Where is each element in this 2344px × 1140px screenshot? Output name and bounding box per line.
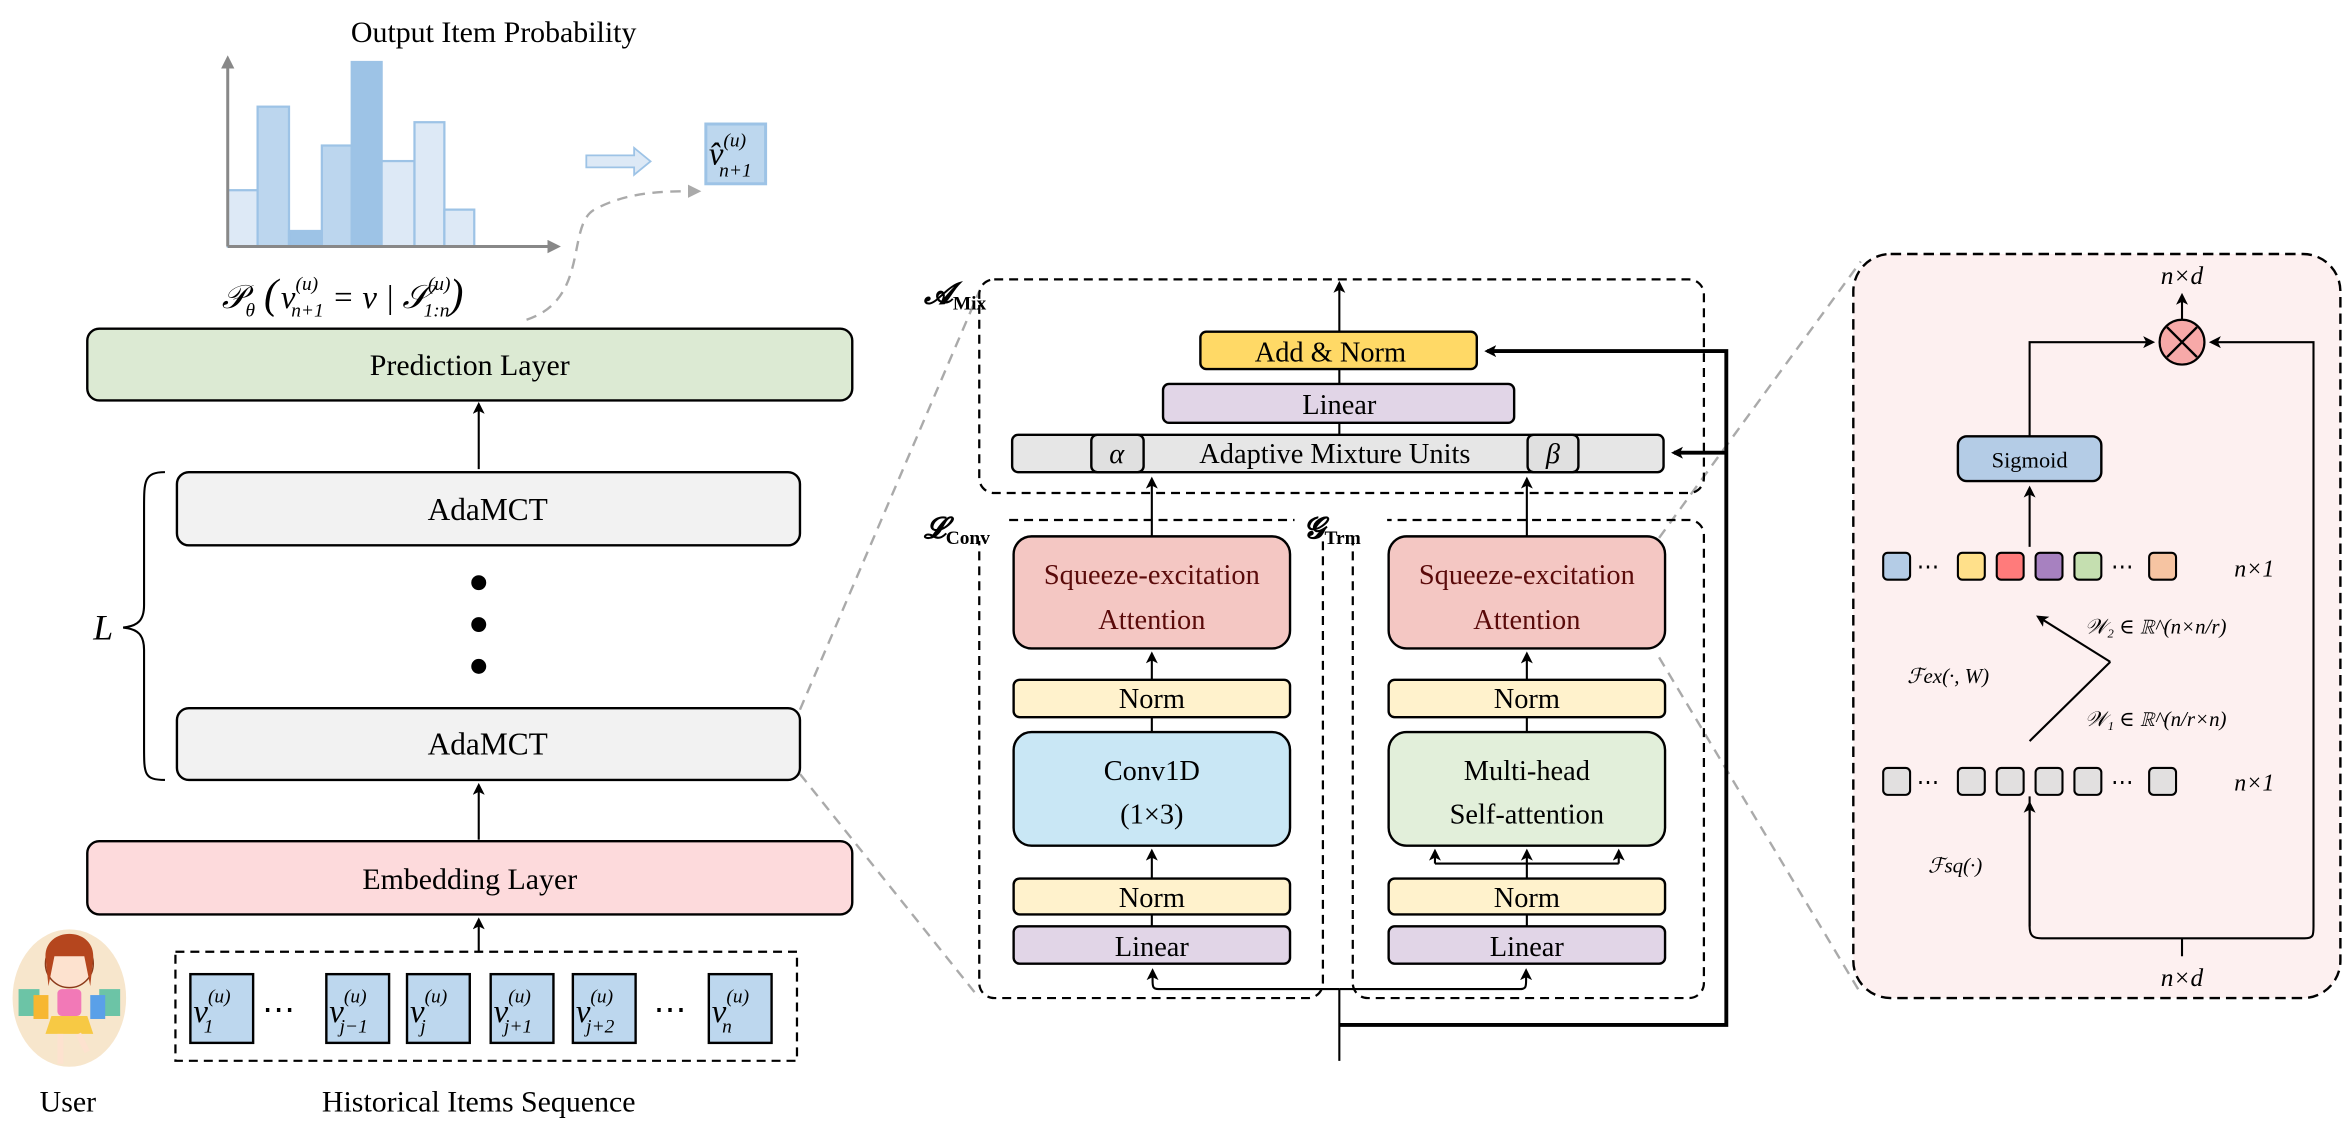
squeeze-function-label: ℱsq(·) [1928,854,1982,878]
squeeze-cell [1882,766,1912,796]
ellipsis: ⋯ [654,992,687,1028]
dots: ⋯ [2111,769,2133,794]
user-avatar [12,929,127,1067]
probability-formula: 𝒫θ(v(u) n+1 = v | 𝒮(u) 1:n) [222,272,464,322]
output-dim-label: n×d [2161,262,2204,290]
se-attention-label: Squeeze-excitation [1419,560,1635,591]
sequence-item: v(u) j [405,972,471,1045]
ellipsis: ⋯ [262,992,295,1028]
sequence-item: v(u) 1 [189,972,255,1045]
op-label: Multi-head [1464,756,1590,787]
squeeze-cell [2073,766,2103,796]
excitation-weight-cell [1956,551,1986,581]
adamct-label: AdaMCT [428,492,548,527]
norm-label: Norm [1494,883,1560,914]
excitation-weight-cell [2148,551,2178,581]
sequence-item: v(u) j+1 [489,972,555,1045]
user-label: User [40,1086,96,1119]
excitation-weight-cell [2034,551,2064,581]
excitation-weight-cell [2073,551,2103,581]
w1-label: 𝒲₁ ∈ ℝ^(n/r×n) [2085,707,2227,731]
se-attention-label: Attention [1098,605,1205,636]
excitation-function-label: ℱex(·, W) [1907,664,1989,688]
sigmoid-label: Sigmoid [1992,448,2068,473]
histogram-bar [287,229,323,248]
histogram-bar [380,159,416,248]
embedding-layer-label: Embedding Layer [362,863,577,896]
vertical-ellipsis [471,575,487,674]
prediction-layer-label: Prediction Layer [370,349,570,382]
dots: ⋯ [1917,769,1939,794]
sequence-label: Historical Items Sequence [322,1086,636,1119]
histogram-bar [226,189,259,248]
excitation-weight-cell [1882,551,1912,581]
excitation-weight-cell [1995,551,2025,581]
histogram-bar [443,208,476,248]
op-label: Conv1D [1104,756,1200,787]
op-label: (1×3) [1120,799,1183,830]
output-probability-histogram: Output Item Probability [221,16,637,254]
se-attention-label: Squeeze-excitation [1044,560,1260,591]
zoom-guide-lines [798,260,1862,999]
squeeze-cell [1995,766,2025,796]
alpha-label: α [1109,439,1125,470]
squeeze-dim-label: n×1 [2234,770,2274,796]
dots: ⋯ [1917,554,1939,579]
histogram-bar [350,60,383,248]
squeeze-cell [2034,766,2064,796]
op-label: Self-attention [1450,799,1604,830]
sequence-item: v(u) n [707,972,773,1045]
mixture-module-label: 𝓐Mix [923,277,987,314]
dashed-curve-arrow [526,184,702,321]
layer-count-label: L [92,607,113,647]
layer-brace [123,471,165,781]
adamct-architecture-diagram: Output Item Probability v̂(u) n+1 𝒫θ(v(u)… [12,16,2342,1119]
add-norm-label: Add & Norm [1255,338,1406,369]
histogram-bars [226,60,476,248]
amu-label: Adaptive Mixture Units [1199,439,1470,470]
w2-label: 𝒲₂ ∈ ℝ^(n×n/r) [2085,614,2227,638]
histogram-bar [413,121,446,248]
sequence-item: v(u) j+2 [571,972,637,1045]
histogram-title: Output Item Probability [351,16,637,49]
histogram-bar [320,144,353,248]
linear-label: Linear [1490,932,1565,963]
excite-dim-label: n×1 [2234,557,2274,583]
histogram-bar [256,105,291,248]
norm-label: Norm [1119,883,1185,914]
sequence-item: v(u) j−1 [325,972,391,1045]
dots: ⋯ [2111,554,2133,579]
se-attention-label: Attention [1473,605,1580,636]
hollow-arrow-icon [585,146,652,177]
beta-label: β [1545,439,1561,470]
adamct-label: AdaMCT [428,727,548,762]
input-dim-label: n×d [2161,964,2204,992]
norm-label: Norm [1494,684,1560,715]
linear-label: Linear [1302,390,1377,421]
squeeze-cell [2148,766,2178,796]
norm-label: Norm [1119,684,1185,715]
conv-column: Squeeze-excitation Attention Norm Conv1D (1×… [1012,476,1292,965]
multiply-icon [2158,318,2206,366]
squeeze-cell [1956,766,1986,796]
linear-label: Linear [1115,932,1190,963]
predicted-item: v̂(u) n+1 [704,122,768,186]
transformer-column: Squeeze-excitation Attention Norm Multi-hea… [1387,476,1667,965]
